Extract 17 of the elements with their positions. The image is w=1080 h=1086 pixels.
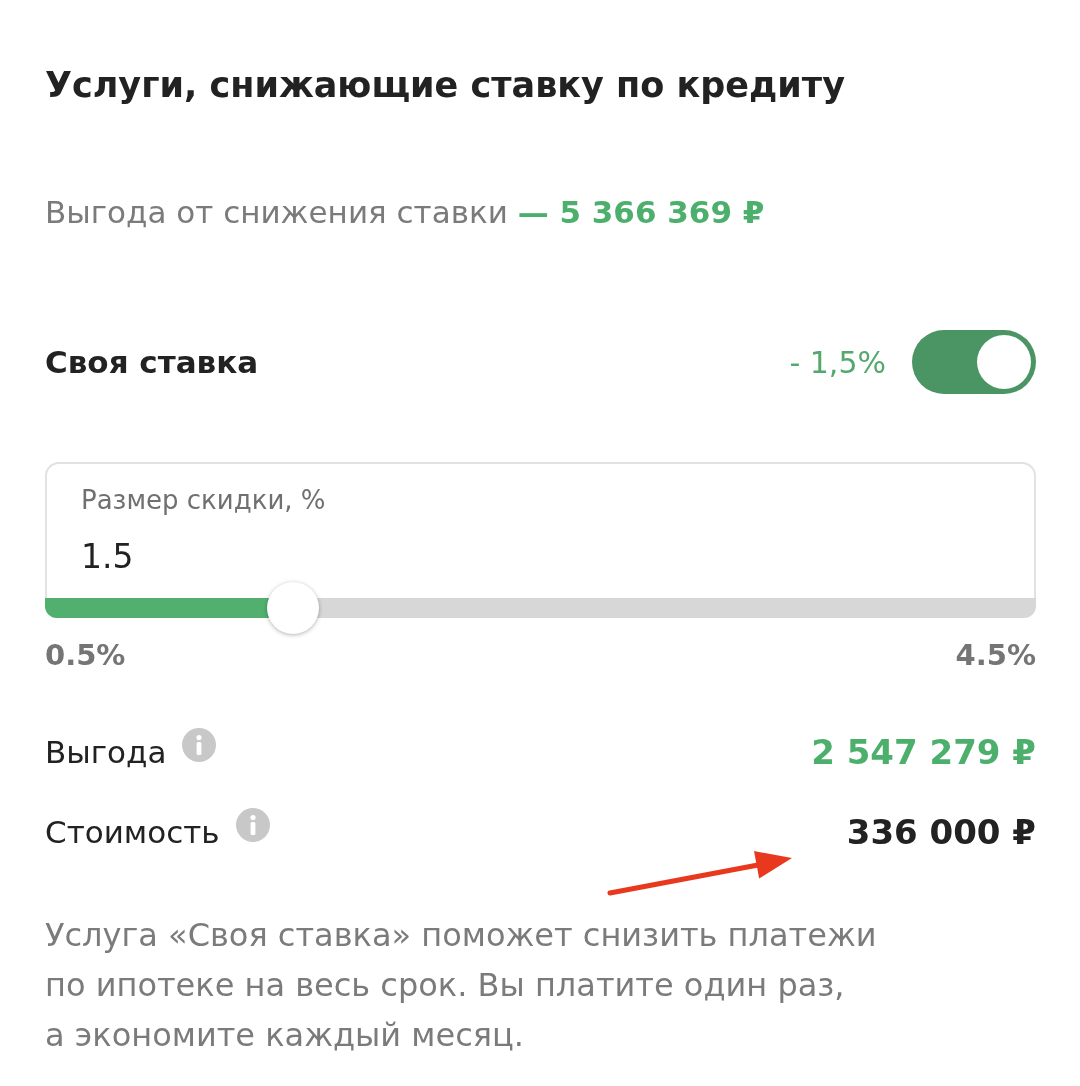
info-icon[interactable] <box>235 808 270 842</box>
description-text: Услуга «Своя ставка» поможет снизить платежи по ипотеке на весь срок. Вы платите один раз, а экономите каждый месяц. <box>45 915 877 1056</box>
section-title: Услуги, снижающие ставку по кредиту <box>45 64 846 107</box>
detail-value: 2 547 279 ₽ <box>811 732 1036 772</box>
info-icon[interactable] <box>182 728 217 762</box>
field-label: Размер скидки, % <box>81 484 326 517</box>
discount-input[interactable]: 1.5 <box>81 535 161 579</box>
discount-slider[interactable] <box>45 582 1036 634</box>
slider-thumb[interactable] <box>266 582 319 634</box>
slider-max-label: 4.5% <box>955 637 1036 674</box>
service-name: Своя ставка <box>45 344 260 380</box>
detail-value: 336 000 ₽ <box>846 812 1036 852</box>
detail-label: Стоимость <box>45 814 220 850</box>
rate-change: - 1,5% <box>789 344 886 380</box>
savings-summary: Выгода от снижения ставки — 5 366 369 ₽ <box>45 193 766 232</box>
detail-label: Выгода <box>45 734 167 770</box>
slider-min-label: 0.5% <box>45 637 126 674</box>
